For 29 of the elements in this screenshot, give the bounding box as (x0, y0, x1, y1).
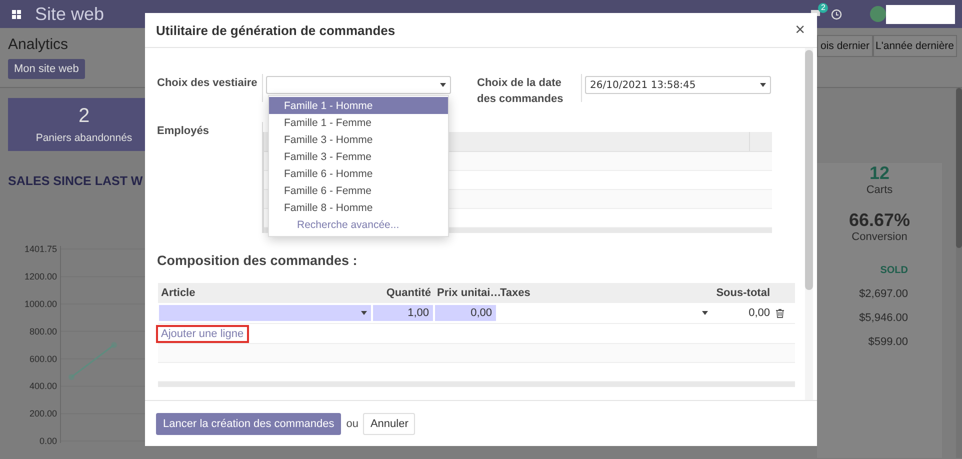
separator-text: ou (346, 418, 358, 430)
axis-tick-label: 1200.00 (24, 272, 57, 282)
stat-label: Conversion (852, 231, 908, 243)
stat-value: 66.67% (848, 210, 910, 231)
axis-tick-label: 400.00 (29, 381, 57, 392)
axis-tick-label: 0.00 (39, 436, 57, 446)
field-label: Choix de la date des commandes (477, 76, 564, 107)
field-label: Choix des vestiaire (157, 76, 258, 91)
app-title: Site web (35, 4, 106, 24)
stat-value: 12 (869, 163, 890, 184)
amount: $2,697.00 (859, 288, 908, 300)
kpi-label: Paniers abandonnés (36, 132, 132, 144)
message-count-badge: 2 (818, 3, 828, 13)
axis-tick-label: 1000.00 (24, 299, 57, 310)
stat-label: Carts (866, 184, 893, 196)
field-label: Employés (157, 124, 210, 139)
axis-tick-label: 800.00 (29, 326, 57, 336)
amount: $599.00 (868, 336, 908, 348)
amount: $5,946.00 (859, 312, 908, 324)
page-title: Analytics (8, 36, 70, 53)
axis-tick-label: 600.00 (29, 354, 57, 364)
section-title: SALES SINCE LAST W (8, 174, 143, 188)
section-title: Composition des commandes : (157, 253, 358, 270)
dialog-title: Utilitaire de génération de commandes (156, 22, 396, 38)
kpi-value: 2 (78, 105, 90, 128)
column-heading: SOLD (880, 265, 908, 276)
table-cell-text: 0,00 (748, 307, 771, 319)
axis-tick-label: 1401.75 (24, 244, 57, 254)
axis-tick-label: 200.00 (29, 408, 57, 419)
